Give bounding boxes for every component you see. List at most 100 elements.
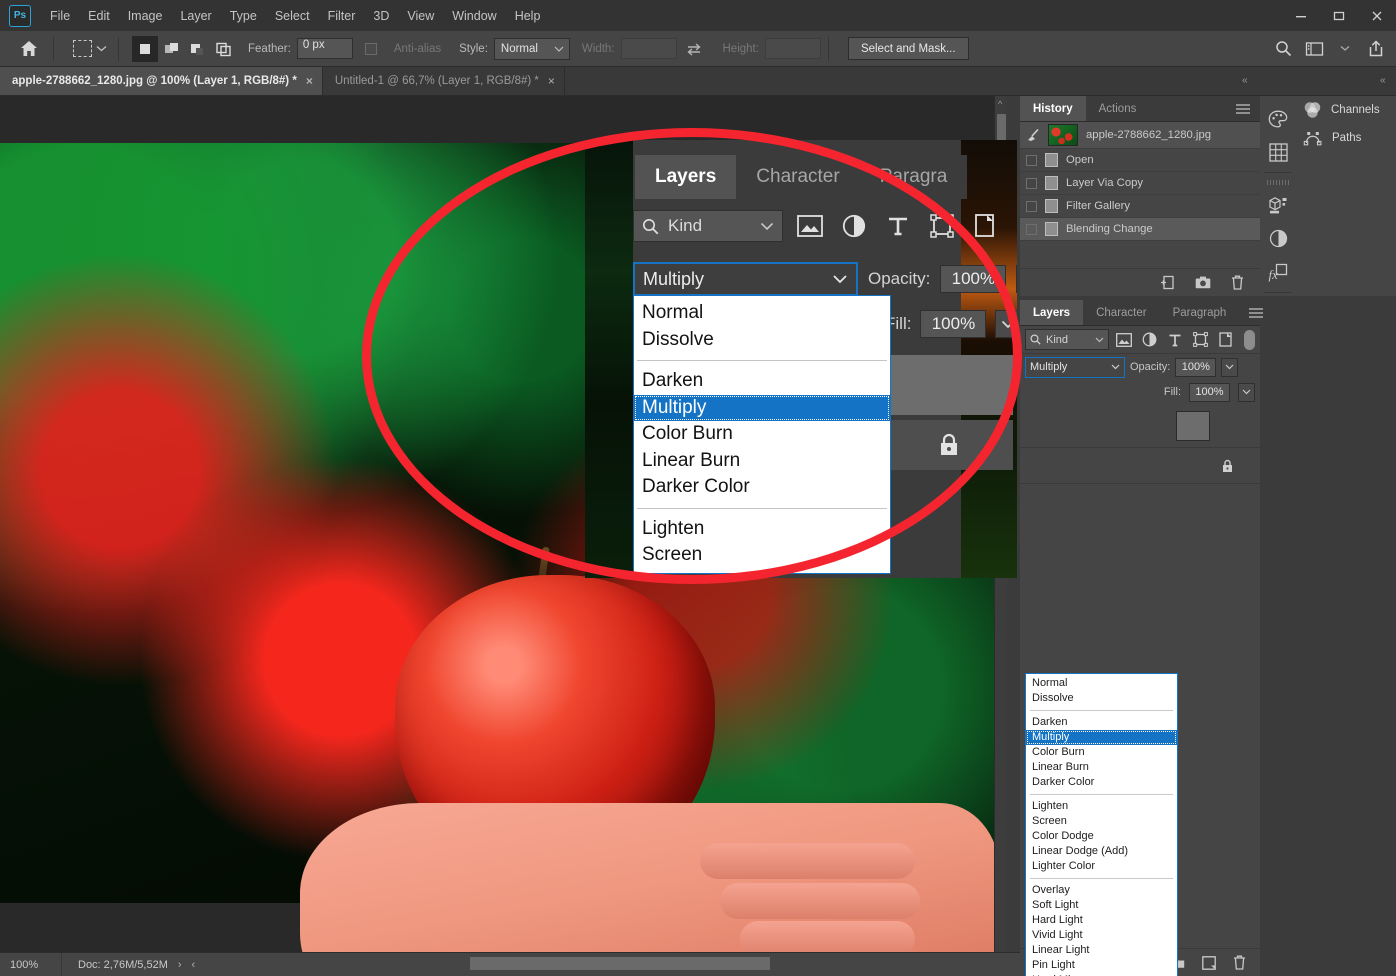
fill-value[interactable]: 100% [920, 310, 987, 338]
filter-smart-object-icon[interactable] [969, 211, 1003, 241]
select-and-mask-button[interactable]: Select and Mask... [847, 37, 969, 60]
menu-image[interactable]: Image [119, 3, 172, 29]
maximize-button[interactable] [1320, 0, 1358, 31]
blend-mode-option-hard-light[interactable]: Hard Light [1026, 913, 1177, 928]
color-palette-icon[interactable] [1260, 102, 1296, 135]
filter-adjustment-icon[interactable] [837, 211, 871, 241]
tab-layers[interactable]: Layers [1020, 300, 1084, 325]
tab-character[interactable]: Character [1083, 300, 1160, 325]
fill-slider-chevron-down-icon[interactable] [1238, 382, 1255, 402]
expand-panels-icon[interactable]: « [1380, 75, 1386, 86]
opacity-value[interactable]: 100% [1175, 357, 1217, 377]
filter-adjustment-icon[interactable] [1139, 329, 1161, 350]
panel-drag-grip[interactable] [1267, 179, 1289, 185]
blend-mode-option-linear-burn[interactable]: Linear Burn [1026, 760, 1177, 775]
blend-mode-option-normal[interactable]: Normal [634, 300, 890, 327]
menu-view[interactable]: View [398, 3, 443, 29]
blend-mode-option-screen[interactable]: Screen [1026, 814, 1177, 829]
layer-styles-fx-icon[interactable]: fx [1260, 256, 1296, 289]
blend-mode-option-normal[interactable]: Normal [1026, 676, 1177, 691]
blend-mode-option-linear-burn[interactable]: Linear Burn [634, 448, 890, 475]
blend-mode-option-multiply[interactable]: Multiply [1026, 730, 1177, 745]
menu-3d[interactable]: 3D [364, 3, 398, 29]
new-document-from-state-icon[interactable] [1160, 275, 1175, 290]
share-icon[interactable] [1362, 35, 1390, 63]
close-icon[interactable]: × [306, 74, 313, 88]
blend-mode-option-screen[interactable]: Screen [634, 542, 890, 569]
document-tab-apple[interactable]: apple-2788662_1280.jpg @ 100% (Layer 1, … [0, 67, 323, 95]
tab-actions[interactable]: Actions [1085, 96, 1150, 121]
collapse-panels-icon[interactable]: « [1242, 75, 1248, 86]
fill-value[interactable]: 100% [1189, 382, 1230, 402]
blend-mode-option-overlay[interactable]: Overlay [1026, 883, 1177, 898]
tab-history[interactable]: History [1020, 96, 1086, 121]
filter-image-icon[interactable] [793, 211, 827, 241]
history-snapshot-row[interactable]: apple-2788662_1280.jpg [1020, 122, 1260, 149]
history-state-filter-gallery[interactable]: Filter Gallery [1020, 195, 1260, 218]
swatches-grid-icon[interactable] [1260, 135, 1296, 168]
blend-mode-option-vivid-light[interactable]: Vivid Light [1026, 928, 1177, 943]
close-icon[interactable]: × [548, 74, 555, 88]
filter-smart-object-icon[interactable] [1216, 329, 1238, 350]
fill-slider-chevron-down-icon[interactable] [995, 310, 1017, 338]
blend-mode-option-linear-dodge-add[interactable]: Linear Dodge (Add) [1026, 844, 1177, 859]
filter-type-icon[interactable] [881, 211, 915, 241]
feather-input[interactable]: 0 px [296, 38, 353, 59]
menu-type[interactable]: Type [221, 3, 266, 29]
minimize-button[interactable] [1282, 0, 1320, 31]
blend-mode-option-color-dodge[interactable]: Color Dodge [1026, 829, 1177, 844]
menu-help[interactable]: Help [506, 3, 550, 29]
tool-preset-picker[interactable] [69, 38, 111, 59]
blend-mode-option-soft-light[interactable]: Soft Light [1026, 898, 1177, 913]
panel-item-channels[interactable]: Channels [1296, 96, 1396, 124]
blend-mode-select[interactable]: Multiply [1025, 356, 1125, 378]
blend-mode-option-pin-light[interactable]: Pin Light [1026, 958, 1177, 973]
adjustments-icon[interactable] [1260, 222, 1296, 255]
scroll-up-icon[interactable]: ^ [998, 99, 1002, 109]
opacity-value[interactable]: 100% [940, 265, 1007, 293]
tab-paragraph[interactable]: Paragraph [1159, 300, 1240, 325]
filters-enable-toggle[interactable] [1244, 329, 1255, 350]
search-icon[interactable] [1269, 35, 1297, 63]
layer-filter-kind-select[interactable]: Kind [633, 210, 783, 242]
zoom-level[interactable]: 100% [0, 952, 62, 976]
workspace-icon[interactable] [1300, 35, 1328, 63]
panel-menu-icon[interactable] [1226, 96, 1260, 121]
menu-select[interactable]: Select [266, 3, 319, 29]
history-state-blending-change[interactable]: Blending Change [1020, 218, 1260, 241]
tab-paragraph[interactable]: Paragra [859, 155, 968, 199]
tab-character[interactable]: Character [736, 155, 860, 199]
panel-item-paths[interactable]: Paths [1296, 124, 1396, 152]
anti-alias-checkbox[interactable] [364, 42, 377, 55]
intersect-selection-button[interactable] [210, 35, 236, 62]
blend-mode-option-darken[interactable]: Darken [1026, 715, 1177, 730]
snapshot-toggle-icon[interactable] [1026, 177, 1037, 189]
snapshot-toggle-icon[interactable] [1026, 154, 1037, 166]
height-input[interactable] [764, 38, 821, 59]
history-state-open[interactable]: Open [1020, 149, 1260, 172]
menu-window[interactable]: Window [443, 3, 505, 29]
blend-mode-option-darker-color[interactable]: Darker Color [634, 474, 890, 501]
scrollbar-thumb[interactable] [470, 957, 770, 970]
blend-mode-option-lighten[interactable]: Lighten [634, 516, 890, 543]
opacity-slider-chevron-down-icon[interactable] [1016, 265, 1017, 293]
style-select[interactable]: Normal [493, 37, 570, 60]
canvas-horizontal-scrollbar[interactable] [250, 953, 1020, 976]
table-row[interactable] [1020, 404, 1260, 448]
blend-mode-option-color-burn[interactable]: Color Burn [634, 421, 890, 448]
magnified-background-layer-row[interactable] [885, 420, 1013, 470]
table-row[interactable] [1020, 448, 1260, 484]
filter-shape-icon[interactable] [925, 211, 959, 241]
blend-mode-option-linear-light[interactable]: Linear Light [1026, 943, 1177, 958]
filter-shape-icon[interactable] [1190, 329, 1212, 350]
snapshot-toggle-icon[interactable] [1026, 200, 1037, 212]
blend-mode-option-multiply[interactable]: Multiply [634, 394, 890, 421]
menu-file[interactable]: File [41, 3, 79, 29]
blend-mode-dropdown[interactable]: Normal Dissolve Darken Multiply Color Bu… [1025, 673, 1178, 976]
status-collapse-icon[interactable]: ‹ [192, 959, 196, 971]
add-to-selection-button[interactable] [158, 35, 184, 62]
new-selection-button[interactable] [132, 35, 158, 62]
width-input[interactable] [620, 38, 677, 59]
blend-mode-option-dissolve[interactable]: Dissolve [1026, 691, 1177, 706]
blend-mode-option-darken[interactable]: Darken [634, 368, 890, 395]
